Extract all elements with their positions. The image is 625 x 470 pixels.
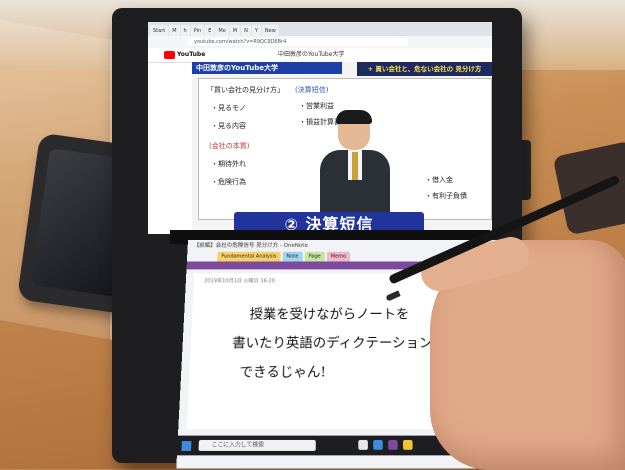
handwriting-line: 書いたり英語のディクテーション bbox=[231, 335, 433, 352]
chrome-icon[interactable] bbox=[358, 439, 368, 450]
page-date: 2019年10月1日 火曜日 16:20 bbox=[203, 278, 275, 285]
browser-tab[interactable]: E bbox=[205, 25, 215, 36]
browser-tab[interactable]: Pin bbox=[190, 25, 205, 36]
handwriting-line: 授業を受けながらノートを bbox=[249, 307, 410, 323]
section-tab[interactable]: Fundamental Analysis bbox=[217, 251, 281, 262]
edge-icon[interactable] bbox=[373, 439, 383, 450]
presenter-hair bbox=[336, 110, 372, 124]
handwriting-line: できるじゃん! bbox=[239, 365, 326, 381]
section-tab[interactable]: Note bbox=[282, 251, 303, 262]
browser-tab[interactable]: Mo bbox=[215, 25, 229, 36]
browser-tab-bar: Start M h Pin E Mo M N Y New bbox=[148, 22, 492, 36]
youtube-logo-icon[interactable] bbox=[164, 51, 175, 59]
top-screen: Start M h Pin E Mo M N Y New youtube.com… bbox=[148, 22, 492, 234]
browser-tab[interactable]: New bbox=[261, 25, 279, 36]
windows-start-icon[interactable] bbox=[181, 441, 192, 451]
url-field[interactable]: youtube.com/watch?v=R9QC9D6Br4 bbox=[188, 38, 408, 46]
browser-tab[interactable]: N bbox=[241, 25, 251, 36]
whiteboard-note: ・危険行為 bbox=[211, 178, 246, 186]
whiteboard-note: ・期待外れ bbox=[211, 160, 246, 168]
whiteboard-note: ・借入金 bbox=[425, 176, 453, 184]
video-banner: + 買い会社と、危ない会社の 見分け方 bbox=[357, 62, 492, 76]
folder-icon[interactable] bbox=[402, 439, 413, 450]
whiteboard-note: ・有利子負債 bbox=[425, 192, 467, 200]
taskbar-search-input[interactable]: ここに入力して検索 bbox=[198, 439, 316, 451]
browser-tab[interactable]: Start bbox=[150, 25, 169, 36]
whiteboard-note: (会社の本質) bbox=[209, 142, 250, 150]
youtube-logo-text[interactable]: YouTube bbox=[177, 51, 205, 59]
whiteboard-note: (決算短信) bbox=[295, 86, 329, 94]
browser-tab[interactable]: M bbox=[229, 25, 241, 36]
presenter bbox=[320, 110, 390, 222]
whiteboard-note: ・見る内容 bbox=[211, 122, 246, 130]
channel-title: 中田敦彦のYouTube大学 bbox=[278, 51, 345, 58]
onenote-icon[interactable] bbox=[388, 439, 398, 450]
presenter-tie bbox=[352, 152, 358, 180]
section-tab[interactable]: Page bbox=[304, 251, 325, 262]
browser-tab[interactable]: h bbox=[180, 25, 190, 36]
browser-tab[interactable]: M bbox=[169, 25, 180, 36]
onenote-window-title: 【前編】会社の危険信号 見分け方 - OneNote bbox=[193, 242, 308, 249]
whiteboard-note: ・見るモノ bbox=[211, 104, 246, 112]
browser-tab[interactable]: Y bbox=[251, 25, 261, 36]
section-tab[interactable]: Memo bbox=[326, 251, 351, 262]
whiteboard-note: ・営業利益 bbox=[299, 102, 334, 110]
video-header-label: 中田敦彦のYouTube大学 bbox=[192, 62, 342, 74]
whiteboard-note: 「買い会社の見分け方」 bbox=[207, 86, 284, 94]
video-player[interactable]: 中田敦彦のYouTube大学 + 買い会社と、危ない会社の 見分け方 「買い会社… bbox=[192, 62, 492, 234]
